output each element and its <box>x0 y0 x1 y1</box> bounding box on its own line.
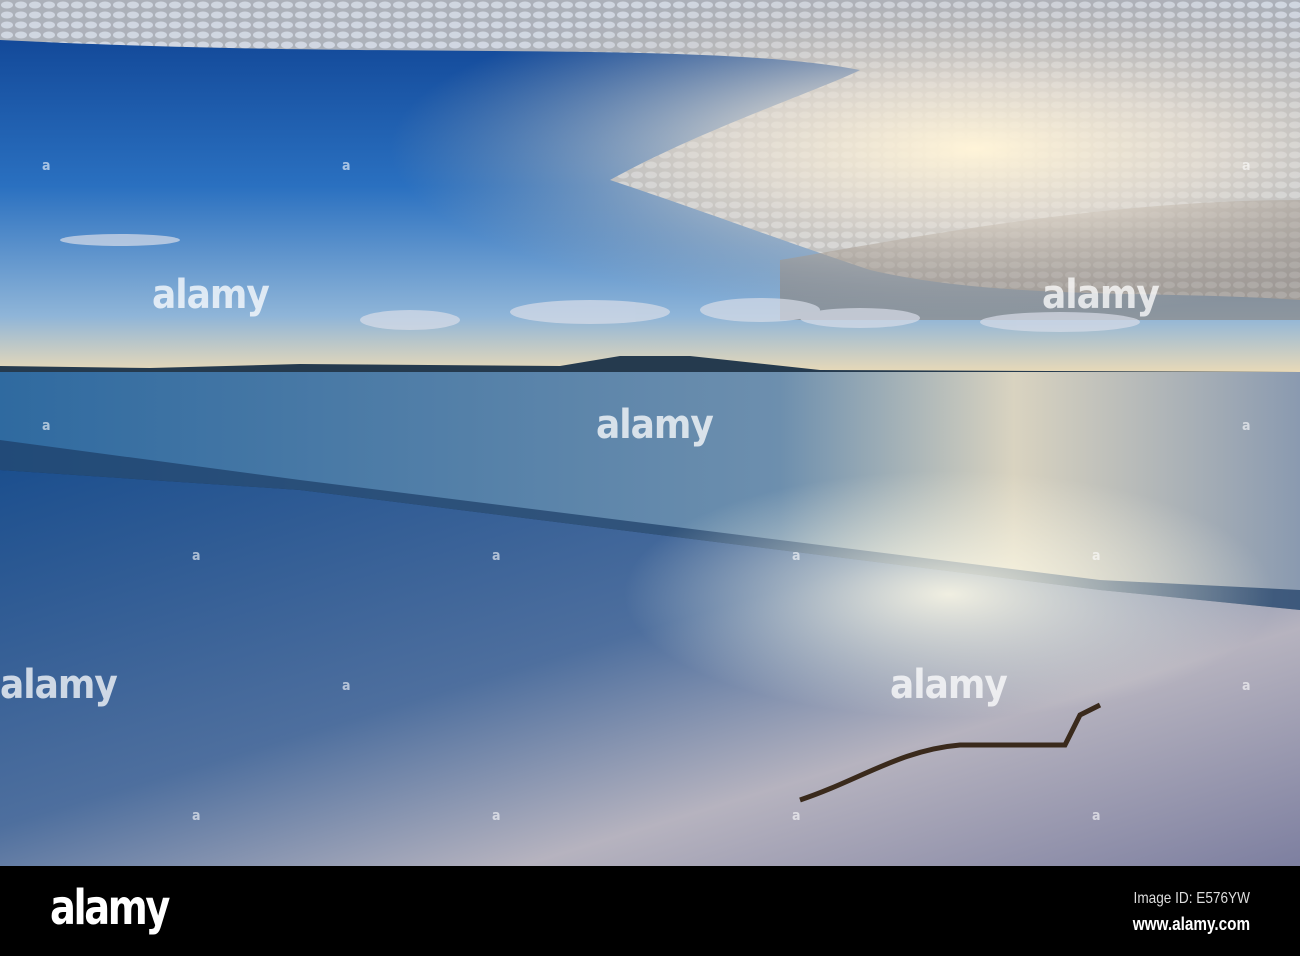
watermark-mark: a <box>42 418 50 434</box>
image-id-label: Image ID: E576YW <box>1133 890 1250 907</box>
watermark-text: alamy <box>152 272 270 318</box>
watermark-mark: a <box>492 808 500 824</box>
alamy-logo: alamy <box>50 880 170 936</box>
watermark-mark: a <box>1242 158 1250 174</box>
footer-bar: alamy Image ID: E576YW www.alamy.com <box>0 866 1300 956</box>
watermark-text: alamy <box>596 402 714 448</box>
watermark-text: alamy <box>1042 272 1160 318</box>
watermark-mark: a <box>1242 678 1250 694</box>
watermark-mark: a <box>342 158 350 174</box>
watermark-mark: a <box>342 678 350 694</box>
watermark-mark: a <box>192 548 200 564</box>
watermark-mark: a <box>1092 548 1100 564</box>
watermark-mark: a <box>492 548 500 564</box>
watermark-mark: a <box>42 158 50 174</box>
watermark-text: alamy <box>0 662 118 708</box>
watermark-text: alamy <box>890 662 1008 708</box>
watermark-mark: a <box>1242 418 1250 434</box>
watermark-mark: a <box>792 808 800 824</box>
watermark-mark: a <box>792 548 800 564</box>
watermark-mark: a <box>192 808 200 824</box>
site-url: www.alamy.com <box>1132 914 1250 934</box>
watermark-mark: a <box>1092 808 1100 824</box>
